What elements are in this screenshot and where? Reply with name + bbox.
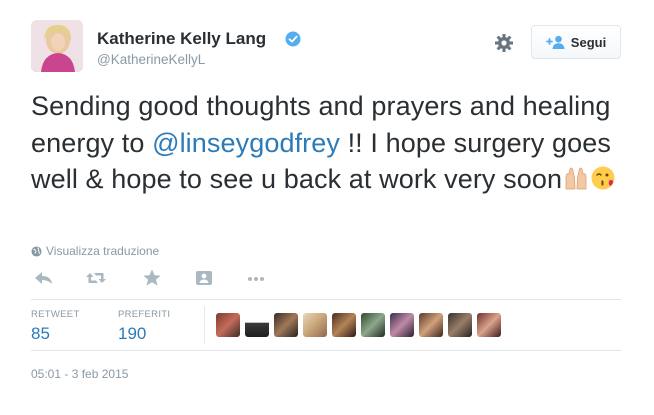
translate-link[interactable]: Visualizza traduzione <box>31 244 159 258</box>
tweet-text: Sending good thoughts and prayers and he… <box>31 88 631 198</box>
author-handle[interactable]: @KatherineKellyL <box>97 52 205 68</box>
raising-hands-emoji <box>565 167 587 190</box>
mention-link[interactable]: @linseygodfrey <box>152 128 340 158</box>
favoriter-avatar[interactable] <box>303 313 327 337</box>
favoriter-avatar[interactable] <box>419 313 443 337</box>
follow-button[interactable]: Segui <box>531 25 621 59</box>
retweets-count[interactable]: 85 <box>31 324 50 344</box>
favoriter-avatar[interactable] <box>216 313 240 337</box>
divider <box>31 350 621 351</box>
favoriter-avatar[interactable] <box>448 313 472 337</box>
author-name[interactable]: Katherine Kelly Lang <box>97 29 266 49</box>
follow-person-icon[interactable] <box>193 268 215 288</box>
tweet-timestamp[interactable]: 05:01 - 3 feb 2015 <box>31 367 128 381</box>
favoriter-avatar[interactable] <box>274 313 298 337</box>
retweet-icon[interactable] <box>85 268 107 288</box>
follow-button-label: Segui <box>570 34 607 50</box>
favoriter-avatar[interactable] <box>477 313 501 337</box>
favoriter-avatar[interactable] <box>361 313 385 337</box>
avatar[interactable] <box>31 20 83 72</box>
favorites-label: PREFERITI <box>118 309 171 320</box>
stats-separator <box>204 306 205 344</box>
gear-icon[interactable] <box>494 33 514 53</box>
favorite-icon[interactable] <box>141 268 163 288</box>
globe-icon <box>31 245 42 257</box>
translate-label: Visualizza traduzione <box>46 244 160 258</box>
reply-icon[interactable] <box>33 268 55 288</box>
tweet-card: Katherine Kelly Lang @KatherineKellyL Se… <box>0 0 654 415</box>
favoriter-avatar[interactable] <box>390 313 414 337</box>
verified-badge-icon <box>285 31 301 47</box>
more-icon[interactable] <box>245 268 267 288</box>
divider <box>31 299 621 300</box>
retweets-label: RETWEET <box>31 309 80 320</box>
face-blowing-kiss-emoji <box>591 166 615 190</box>
favoriter-avatar[interactable] <box>245 313 269 337</box>
follow-person-icon <box>545 35 565 49</box>
favoriter-avatar[interactable] <box>332 313 356 337</box>
favorites-count[interactable]: 190 <box>118 324 146 344</box>
